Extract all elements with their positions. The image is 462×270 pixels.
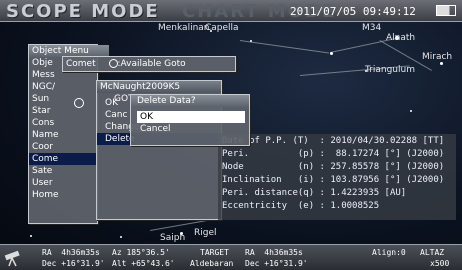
star bbox=[410, 110, 412, 112]
comet-name: McNaught2009K5 bbox=[100, 82, 181, 92]
target-name: Aldebaran bbox=[190, 259, 234, 268]
target-icon bbox=[108, 59, 118, 68]
star-label-capella: Capella bbox=[205, 23, 239, 33]
comet-panel-header: Comet :Available Goto bbox=[63, 57, 235, 71]
star bbox=[250, 40, 252, 42]
object-menu-item[interactable]: Name bbox=[29, 129, 97, 141]
zoom-level: x500 bbox=[430, 259, 450, 268]
current-ra: RA 4h36m35s bbox=[42, 248, 100, 257]
star bbox=[120, 236, 122, 238]
object-menu-item[interactable]: Coor bbox=[29, 141, 97, 153]
current-dec: Dec +16°31.9' bbox=[42, 259, 105, 268]
star-label-alnath: Alnath bbox=[386, 33, 416, 43]
orbital-element-row: Node (n) : 257.85578 [°] (J2000) bbox=[222, 162, 445, 172]
object-menu-item[interactable]: Sun bbox=[29, 93, 97, 105]
status-bar: RA 4h36m35s Az 185°36.5' Dec +16°31.9' A… bbox=[0, 244, 462, 270]
star bbox=[30, 235, 32, 237]
current-az: Az 185°36.5' bbox=[112, 248, 170, 257]
star-label-triangulum: Triangulum bbox=[365, 65, 415, 75]
star-label-saiph: Saiph bbox=[160, 233, 186, 243]
object-menu-item[interactable]: User bbox=[29, 177, 97, 189]
comet-panel-title: Comet bbox=[66, 59, 96, 69]
object-menu-item[interactable]: Sate bbox=[29, 165, 97, 177]
delete-ok-option[interactable]: OK bbox=[137, 111, 245, 123]
star bbox=[330, 52, 333, 55]
current-alt: Alt +65°43.6' bbox=[112, 259, 175, 268]
delete-cancel-option[interactable]: Cancel bbox=[137, 123, 245, 135]
mode-title: SCOPE MODE bbox=[6, 1, 160, 22]
orbital-element-row: Date of P.P. (T) : 2010/04/30.02288 [TT] bbox=[222, 136, 445, 146]
orbital-element-row: Eccentricity (e) : 1.0008525 bbox=[222, 201, 380, 211]
delete-dialog-title: Delete Data? bbox=[131, 95, 249, 107]
target-label: TARGET bbox=[200, 248, 229, 257]
object-menu-item[interactable]: Come bbox=[29, 153, 97, 165]
star-label-menkalinan: Menkalinan bbox=[158, 23, 210, 33]
star-label-mirach: Mirach bbox=[422, 52, 453, 62]
sky-screen: Menkalinan Capella M34 Alnath Mirach Tri… bbox=[0, 0, 462, 270]
target-dec: Dec +16°31.9' bbox=[245, 259, 308, 268]
star-label-rigel: Rigel bbox=[194, 228, 217, 238]
target-ra: RA 4h36m35s bbox=[245, 248, 303, 257]
orbital-elements-panel: Date of P.P. (T) : 2010/04/30.02288 [TT]… bbox=[218, 134, 456, 220]
star bbox=[440, 62, 443, 65]
align-status: Align:0 bbox=[372, 248, 406, 257]
datetime: 2011/07/05 09:49:12 bbox=[290, 5, 416, 18]
object-menu-item[interactable]: Cons bbox=[29, 117, 97, 129]
object-menu-item[interactable]: Star bbox=[29, 105, 97, 117]
orbital-element-row: Inclination (i) : 103.87956 [°] (J2000) bbox=[222, 175, 445, 185]
orbital-element-row: Peri. distance(q) : 1.4223935 [AU] bbox=[222, 188, 407, 198]
constellation-line bbox=[239, 40, 330, 54]
object-menu-list: Obje Mess NGC/Sun Star Cons Name Coor Come Sate U… bbox=[29, 57, 97, 201]
battery-icon bbox=[436, 5, 456, 16]
comet-panel-subtitle: :Available Goto bbox=[117, 59, 186, 69]
telescope-icon bbox=[4, 250, 20, 267]
delete-dialog: Delete Data? OK Cancel bbox=[130, 94, 250, 146]
orbital-element-row: Peri. (p) : 88.17274 [°] (J2000) bbox=[222, 149, 445, 159]
top-bar: SCOPE MODE CHART MODE 2011/07/05 09:49:1… bbox=[0, 0, 462, 22]
object-menu-item[interactable]: NGC/ bbox=[29, 81, 97, 93]
star-label-m34: M34 bbox=[362, 23, 382, 33]
mount-mode: ALTAZ bbox=[420, 248, 445, 257]
delete-dialog-options: OK Cancel bbox=[131, 107, 249, 135]
comet-panel: Comet :Available Goto bbox=[62, 56, 236, 72]
comet-entry-header: McNaught2009K5 GOTO bbox=[97, 81, 221, 104]
target-icon bbox=[74, 98, 84, 108]
object-menu-item[interactable]: Home bbox=[29, 189, 97, 201]
